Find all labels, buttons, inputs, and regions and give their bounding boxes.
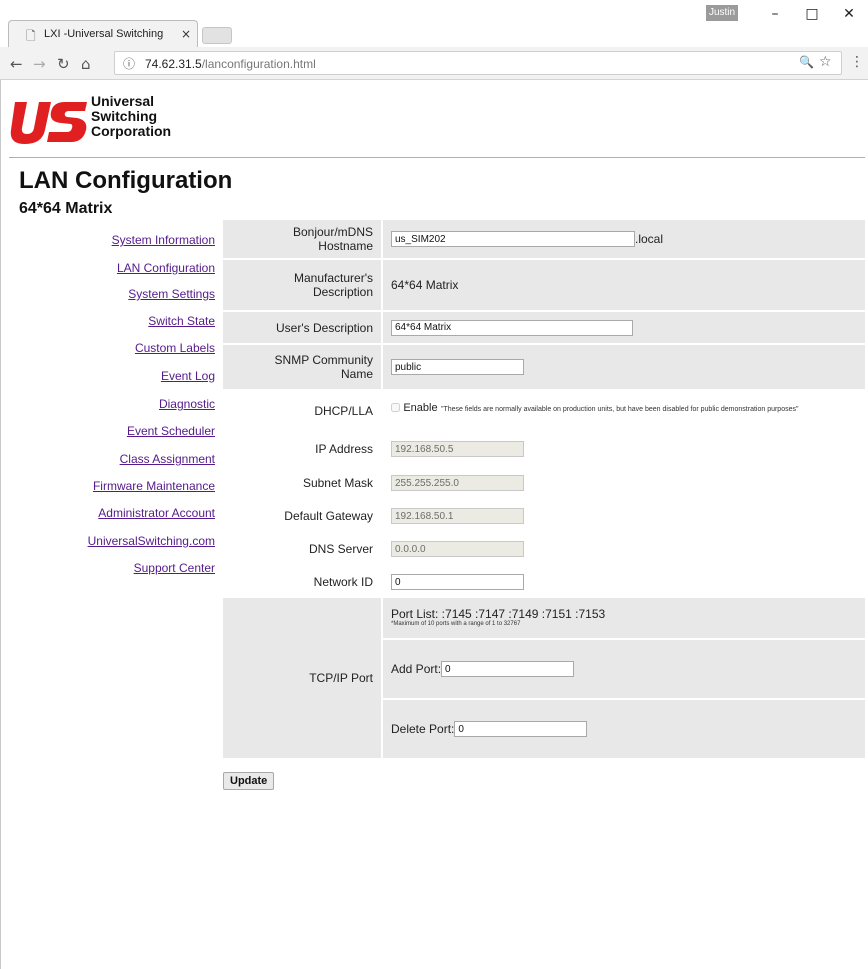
close-window-button[interactable]: ✕: [834, 6, 864, 26]
hostname-row: Bonjour/mDNSHostname .local: [223, 220, 865, 258]
page-icon: 🗋: [26, 29, 36, 43]
snmp-label: SNMP Community Name: [223, 345, 381, 389]
url-text: 74.62.31.5/lanconfiguration.html: [145, 57, 316, 71]
user-description-label: User's Description: [223, 312, 381, 343]
network-id-label: Network ID: [223, 568, 381, 596]
dns-cell: [383, 535, 865, 563]
home-icon[interactable]: ⌂: [81, 55, 91, 73]
page-subtitle: 64*64 Matrix: [19, 200, 113, 217]
back-icon[interactable]: ←: [10, 55, 23, 73]
us-logo-icon: [10, 102, 87, 144]
user-description-row: User's Description: [223, 312, 865, 343]
port-list: Port List: :7145 :7147 :7149 :7151 :7153: [391, 607, 606, 621]
network-id-cell: [383, 568, 865, 596]
hostname-label: Bonjour/mDNS Hostname: [223, 220, 381, 258]
delete-port-input[interactable]: [454, 721, 588, 737]
info-icon[interactable]: ⓘ: [123, 55, 135, 72]
add-port-label: Add Port:: [391, 662, 442, 676]
dns-row: DNS Server: [223, 535, 865, 563]
hostname-input[interactable]: [391, 231, 635, 247]
dhcp-enable-checkbox[interactable]: [391, 403, 400, 413]
ip-row: IP Address: [223, 435, 865, 463]
sidebar-item-switch-state[interactable]: Switch State: [148, 314, 215, 328]
user-description-input[interactable]: [391, 319, 633, 336]
browser-tab[interactable]: 🗋 LXI -Universal Switching ×: [8, 20, 198, 47]
sidebar-item-universalswitching-com[interactable]: UniversalSwitching.com: [88, 534, 215, 548]
address-bar[interactable]: ⓘ 74.62.31.5/lanconfiguration.html 🔍 ☆: [114, 51, 842, 75]
sidebar-item-lan-configuration[interactable]: LAN Configuration: [117, 261, 215, 275]
network-id-row: Network ID: [223, 568, 865, 596]
user-description-cell: [383, 312, 865, 343]
hostname-suffix: .local: [635, 232, 664, 246]
subnet-mask-input[interactable]: [391, 475, 524, 491]
title-bar: 🗋 LXI -Universal Switching × Justin – □ …: [0, 0, 868, 47]
dhcp-cell: Enable "These fields are normally availa…: [383, 391, 865, 431]
sidebar-item-firmware-maintenance[interactable]: Firmware Maintenance: [93, 479, 215, 493]
gateway-cell: [383, 502, 865, 530]
sidebar-item-system-settings[interactable]: System Settings: [128, 287, 215, 301]
bookmark-star-icon[interactable]: ☆: [819, 54, 832, 70]
zoom-icon[interactable]: 🔍: [799, 55, 814, 69]
delete-port-cell: Delete Port:: [383, 700, 865, 758]
dhcp-row: DHCP/LLA Enable "These fields are normal…: [223, 391, 865, 431]
forward-icon[interactable]: →: [33, 55, 46, 73]
add-port-input[interactable]: [441, 661, 575, 677]
menu-icon[interactable]: ⋮: [850, 54, 864, 70]
manufacturer-value: 64*64 Matrix: [383, 260, 865, 310]
network-id-input[interactable]: [391, 574, 524, 590]
tcp-port-label: TCP/IP Port: [223, 598, 381, 758]
sidebar-item-administrator-account[interactable]: Administrator Account: [98, 506, 215, 520]
default-gateway-input[interactable]: [391, 508, 524, 524]
snmp-cell: [383, 345, 865, 389]
gateway-row: Default Gateway: [223, 502, 865, 530]
profile-badge[interactable]: Justin: [706, 5, 738, 21]
new-tab-button[interactable]: [202, 27, 232, 44]
sidebar-item-class-assignment[interactable]: Class Assignment: [120, 452, 215, 466]
logo-text: Universal Switching Corporation: [91, 93, 172, 139]
logo-mark: [9, 100, 89, 152]
sidebar-item-diagnostic[interactable]: Diagnostic: [159, 397, 215, 411]
sidebar-item-event-scheduler[interactable]: Event Scheduler: [127, 424, 215, 438]
delete-port-label: Delete Port:: [391, 722, 455, 736]
browser-toolbar: ← → ↻ ⌂ ⓘ 74.62.31.5/lanconfiguration.ht…: [0, 47, 868, 80]
add-port-cell: Add Port:: [383, 640, 865, 698]
sidebar-item-event-log[interactable]: Event Log: [161, 369, 215, 383]
subnet-row: Subnet Mask: [223, 469, 865, 497]
hostname-cell: .local: [383, 220, 865, 258]
tcp-port-row: TCP/IP Port Port List: :7145 :7147 :7149…: [223, 598, 865, 758]
dns-label: DNS Server: [223, 535, 381, 563]
snmp-row: SNMP Community Name: [223, 345, 865, 389]
page-content: Universal Switching Corporation LAN Conf…: [0, 80, 868, 969]
sidebar-item-custom-labels[interactable]: Custom Labels: [135, 341, 215, 355]
maximize-button[interactable]: □: [797, 6, 827, 26]
ip-cell: [383, 435, 865, 463]
sidebar-item-system-information[interactable]: System Information: [112, 233, 215, 247]
gateway-label: Default Gateway: [223, 502, 381, 530]
manufacturer-label: Manufacturer's Description: [223, 260, 381, 310]
ip-address-input[interactable]: [391, 441, 524, 457]
divider: [9, 157, 865, 158]
dhcp-label: DHCP/LLA: [223, 391, 381, 431]
reload-icon[interactable]: ↻: [57, 55, 70, 73]
tab-close-icon[interactable]: ×: [181, 27, 191, 41]
dhcp-enable-label: Enable: [403, 402, 438, 414]
manufacturer-row: Manufacturer's Description 64*64 Matrix: [223, 260, 865, 310]
sidebar-item-support-center[interactable]: Support Center: [134, 561, 215, 575]
ip-label: IP Address: [223, 435, 381, 463]
dhcp-note: "These fields are normally available on …: [440, 406, 799, 413]
page-title: LAN Configuration: [19, 167, 233, 194]
subnet-cell: [383, 469, 865, 497]
snmp-community-input[interactable]: [391, 359, 524, 375]
port-note: *Maximum of 10 ports with a range of 1 t…: [391, 621, 521, 627]
port-list-cell: Port List: :7145 :7147 :7149 :7151 :7153…: [383, 598, 865, 638]
tab-title: LXI -Universal Switching: [44, 28, 164, 40]
minimize-button[interactable]: –: [760, 6, 790, 26]
dns-server-input[interactable]: [391, 541, 524, 557]
subnet-label: Subnet Mask: [223, 469, 381, 497]
update-button[interactable]: Update: [223, 772, 275, 790]
browser-chrome: 🗋 LXI -Universal Switching × Justin – □ …: [0, 0, 868, 80]
company-logo: Universal Switching Corporation: [9, 94, 189, 150]
